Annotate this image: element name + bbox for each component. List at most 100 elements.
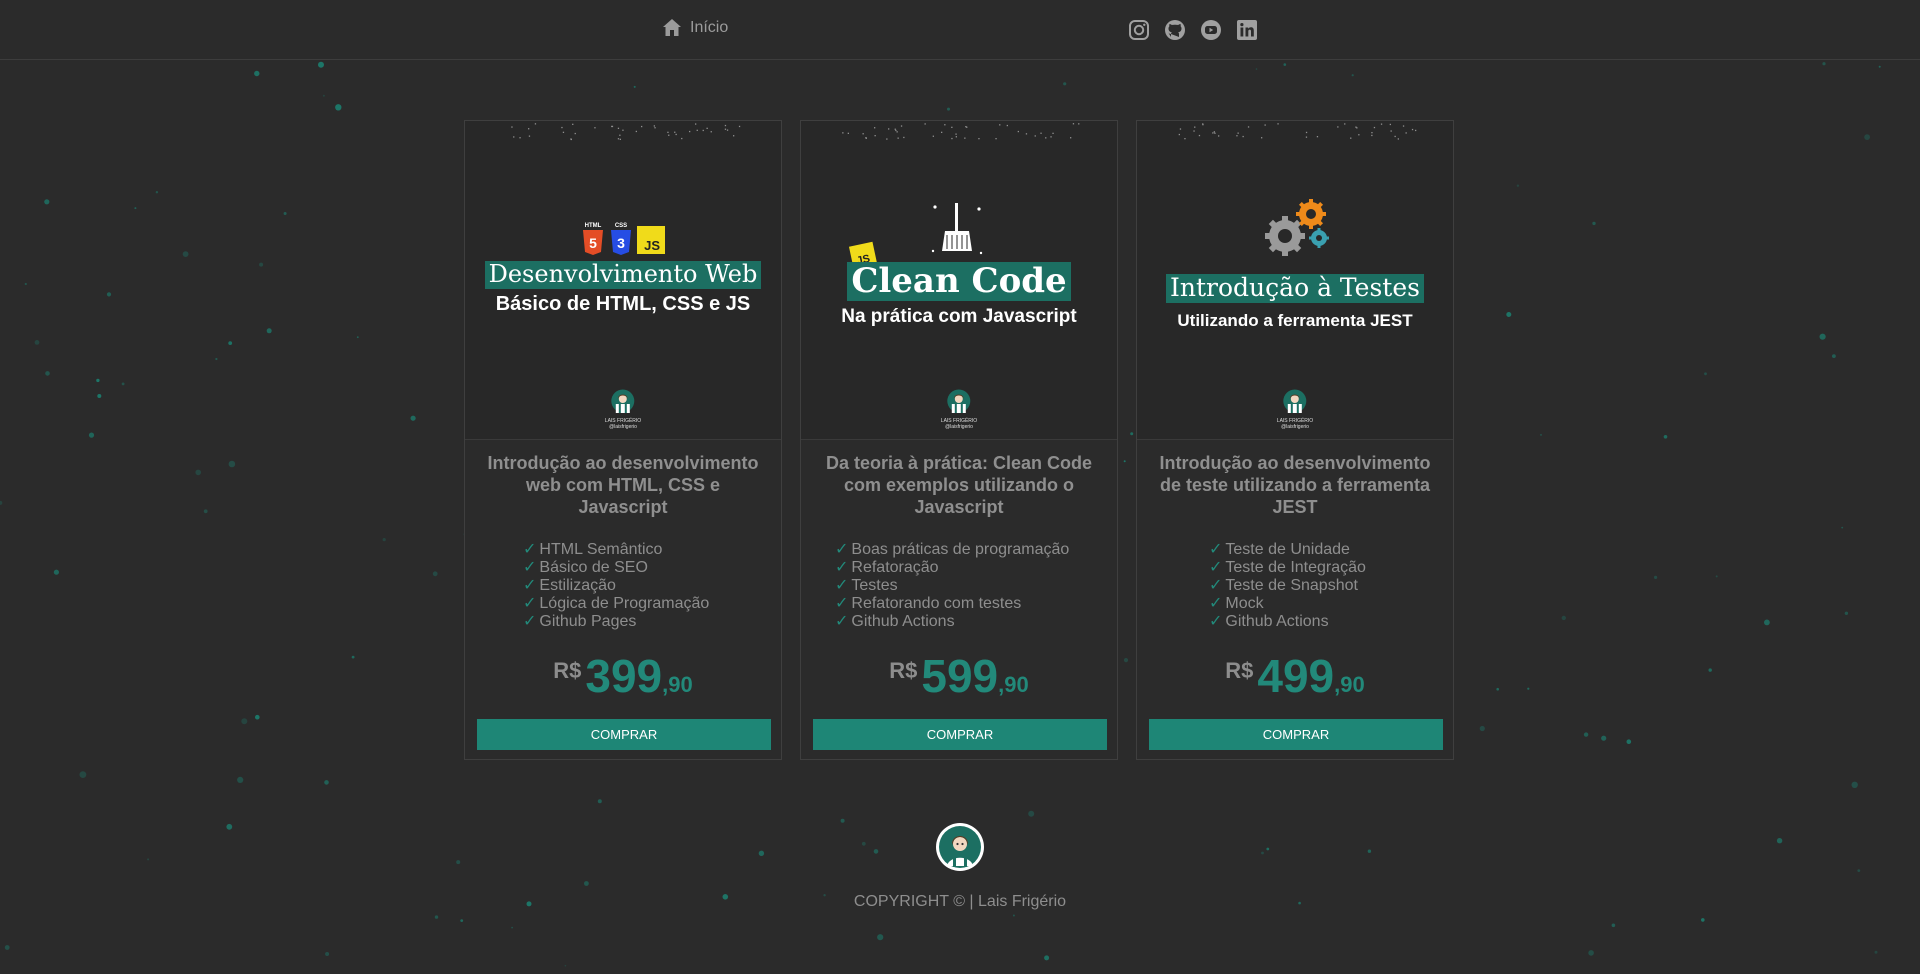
broom-icon (931, 203, 983, 255)
feature-item: ✓ Lógica de Programação (523, 595, 709, 613)
feature-text: Teste de Integração (1225, 559, 1366, 576)
feature-item: ✓ HTML Semântico (523, 541, 709, 559)
feature-item: ✓ Testes (835, 577, 1069, 595)
banner-subtitle: Básico de HTML, CSS e JS (495, 293, 751, 315)
price-integer: 399 (585, 650, 663, 702)
feature-list: ✓ Teste de Unidade ✓ Teste de Integração ✓… (1209, 541, 1366, 631)
check-icon: ✓ (1209, 559, 1223, 576)
banner-subtitle: Na prática com Javascript (841, 306, 1077, 327)
feature-item: ✓ Github Actions (1209, 613, 1366, 631)
course-banner: HTML 5 CSS 3 JS Desenvolvimento Web Bási… (465, 121, 781, 440)
feature-item: ✓ Teste de Unidade (1209, 541, 1366, 559)
feature-item: ✓ Mock (1209, 595, 1366, 613)
check-icon: ✓ (835, 595, 849, 612)
feature-text: Estilização (539, 577, 616, 594)
feature-text: Github Pages (539, 613, 637, 630)
github-icon[interactable] (1164, 19, 1186, 41)
badge-html-label: HTML (584, 223, 601, 229)
banner-speckle (511, 123, 741, 141)
buy-button[interactable]: COMPRAR (477, 719, 771, 750)
buy-button[interactable]: COMPRAR (813, 719, 1107, 750)
feature-item: ✓ Boas práticas de programação (835, 541, 1069, 559)
course-card-tests: Introdução à Testes Utilizando a ferrame… (1136, 120, 1454, 760)
feature-text: Boas práticas de programação (851, 541, 1070, 558)
course-title: Introdução ao desenvolvimento web com HT… (487, 453, 759, 517)
price-integer: 499 (1257, 650, 1335, 702)
banner-highlight: Introdução à Testes (1166, 273, 1424, 303)
course-cards: HTML 5 CSS 3 JS Desenvolvimento Web Bási… (464, 120, 1454, 760)
badge-js-label: JS (645, 238, 661, 253)
feature-item: ✓ Básico de SEO (523, 559, 709, 577)
home-link[interactable]: Início (662, 18, 728, 37)
feature-text: Lógica de Programação (539, 595, 710, 612)
price-decimal: ,90 (662, 672, 693, 697)
price-decimal: ,90 (998, 672, 1029, 697)
brand-handle: @laisfrigerio (945, 424, 973, 430)
instagram-icon[interactable] (1128, 19, 1150, 41)
course-banner: JS Clean Code Na prática com Javascript … (801, 121, 1117, 440)
price-currency: R$ (1225, 658, 1254, 683)
html5-icon: HTML 5 (582, 223, 603, 255)
course-banner: Introdução à Testes Utilizando a ferrame… (1137, 121, 1453, 440)
course-card-clean-code: JS Clean Code Na prática com Javascript … (800, 120, 1118, 760)
feature-text: Github Actions (1225, 613, 1329, 630)
banner-highlight: Clean Code (847, 261, 1071, 302)
course-title: Introdução ao desenvolvimento de teste u… (1159, 453, 1431, 517)
price: R$399,90 (465, 649, 781, 703)
feature-text: HTML Semântico (539, 541, 663, 558)
banner-badges: HTML 5 CSS 3 JS (465, 221, 781, 260)
check-icon: ✓ (1209, 541, 1223, 558)
feature-item: ✓ Refatoração (835, 559, 1069, 577)
feature-text: Teste de Snapshot (1225, 577, 1358, 594)
feature-text: Teste de Unidade (1225, 541, 1350, 558)
brand-handle: @laisfrigerio (609, 424, 637, 430)
course-card-web: HTML 5 CSS 3 JS Desenvolvimento Web Bási… (464, 120, 782, 760)
svg-text:5: 5 (589, 235, 597, 251)
check-icon: ✓ (523, 541, 537, 558)
price: R$499,90 (1137, 649, 1453, 703)
badge-css-label: CSS (615, 223, 627, 229)
brand-handle: @laisfrigerio (1281, 424, 1309, 430)
banner-brand: LAIS FRIGÉRIO @laisfrigerio (605, 389, 641, 430)
feature-text: Básico de SEO (539, 559, 648, 576)
check-icon: ✓ (523, 613, 537, 630)
avatar-icon (1283, 389, 1307, 413)
check-icon: ✓ (835, 559, 849, 576)
check-icon: ✓ (1209, 613, 1223, 630)
feature-item: ✓ Github Pages (523, 613, 709, 631)
price-currency: R$ (553, 658, 582, 683)
check-icon: ✓ (835, 577, 849, 594)
top-navbar: Início (0, 0, 1920, 60)
banner-brand: LAIS FRIGÉRIO @laisfrigerio (1277, 389, 1313, 430)
check-icon: ✓ (523, 595, 537, 612)
feature-item: ✓ Teste de Integração (1209, 559, 1366, 577)
gears-icon (1265, 199, 1329, 256)
check-icon: ✓ (835, 613, 849, 630)
css3-icon: CSS 3 (611, 223, 631, 255)
feature-item: ✓ Refatorando com testes (835, 595, 1069, 613)
home-label: Início (690, 18, 729, 36)
avatar-icon (611, 389, 635, 413)
svg-text:3: 3 (617, 235, 625, 251)
linkedin-icon[interactable] (1236, 19, 1258, 41)
banner-speckle (842, 123, 1080, 140)
feature-item: ✓ Github Actions (835, 613, 1069, 631)
banner-brand: LAIS FRIGÉRIO @laisfrigerio (941, 389, 977, 430)
youtube-icon[interactable] (1200, 19, 1222, 41)
js-icon: JS (637, 226, 666, 254)
feature-list: ✓ Boas práticas de programação ✓ Refatoraç… (835, 541, 1069, 631)
check-icon: ✓ (523, 559, 537, 576)
feature-list: ✓ HTML Semântico ✓ Básico de SEO ✓ Estiliza… (523, 541, 709, 631)
social-links (1128, 19, 1272, 41)
price-integer: 599 (921, 650, 999, 702)
check-icon: ✓ (835, 541, 849, 558)
feature-item: ✓ Estilização (523, 577, 709, 595)
author-avatar (936, 823, 984, 871)
buy-button[interactable]: COMPRAR (1149, 719, 1443, 750)
home-icon (663, 19, 681, 36)
check-icon: ✓ (1209, 595, 1223, 612)
feature-item: ✓ Teste de Snapshot (1209, 577, 1366, 595)
price: R$599,90 (801, 649, 1117, 703)
banner-speckle (1178, 123, 1417, 140)
avatar-icon (947, 389, 971, 413)
